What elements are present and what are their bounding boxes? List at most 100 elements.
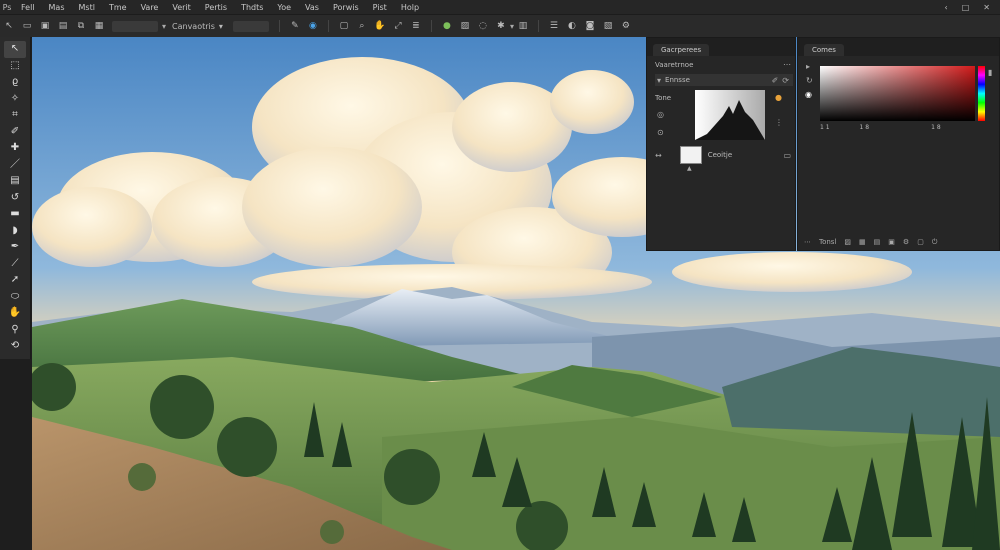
option-field[interactable] [232, 20, 269, 32]
menu-item-5[interactable]: Vare [134, 3, 166, 12]
swap-icon[interactable]: ↻ [806, 76, 813, 85]
color-wheel-icon[interactable]: ◉ [805, 90, 812, 99]
divider [327, 20, 329, 32]
type-tool-icon[interactable]: ⟋ [4, 256, 26, 273]
handle-icon[interactable]: ⋮ [775, 118, 783, 127]
tab-properties[interactable]: Gacrperees [653, 44, 710, 56]
tab-color[interactable]: Comes [804, 44, 844, 56]
star-icon[interactable]: ✱ [492, 21, 510, 31]
open-icon[interactable]: ▤ [54, 21, 72, 31]
mask-icon[interactable]: ◐ [563, 21, 581, 31]
camera-icon[interactable]: ◙ [581, 21, 599, 31]
menu-item-2[interactable]: Mas [42, 3, 72, 12]
history-brush-icon[interactable]: ↺ [4, 190, 26, 207]
eyedropper-tool-icon[interactable]: ✐ [4, 124, 26, 141]
tool-size-field[interactable] [112, 20, 158, 32]
options-icon[interactable]: ▭ [783, 151, 791, 160]
menu-item-12[interactable]: Pist [366, 3, 394, 12]
menu-item-7[interactable]: Pertis [198, 3, 234, 12]
hue-slider[interactable] [978, 66, 985, 121]
color-picker-icon[interactable]: ◉ [304, 21, 322, 31]
delete-icon[interactable]: ▢ [917, 238, 924, 246]
chain-icon[interactable]: ↔ [655, 151, 662, 160]
more-icon[interactable]: ⋯ [804, 238, 811, 246]
layout-icon[interactable]: ▥ [514, 21, 532, 31]
chevron-down-icon[interactable]: ▾ [162, 22, 166, 31]
menu-item-13[interactable]: Holp [394, 3, 426, 12]
pen-tool-icon[interactable]: ✒ [4, 239, 26, 256]
copy-icon[interactable]: ⧉ [72, 21, 90, 31]
layers-icon[interactable]: ▦ [859, 238, 866, 246]
menu-item-4[interactable]: Tme [102, 3, 134, 12]
hand-tool-icon[interactable]: ✋ [4, 305, 26, 322]
canvas-dropdown[interactable]: Canvaotris ▾ [172, 22, 223, 31]
layer-row[interactable]: ▾ Ennsse ✐ ⟳ [655, 74, 793, 86]
align-icon[interactable]: ☰ [545, 21, 563, 31]
stamp-tool-icon[interactable]: ▤ [4, 173, 26, 190]
image-icon[interactable]: ▨ [844, 238, 851, 246]
menu-item-1[interactable]: Fell [14, 3, 42, 12]
mask-thumbnail[interactable] [679, 146, 702, 164]
more-icon[interactable]: ⋯ [783, 60, 791, 69]
hand-icon[interactable]: ✋ [371, 21, 389, 31]
frame-icon[interactable]: ▣ [888, 238, 895, 246]
section-title: Vaaretrnoe [655, 60, 694, 69]
quick-select-tool-icon[interactable]: ✧ [4, 91, 26, 108]
target-icon[interactable]: ◎ [657, 110, 664, 119]
tick-2: 1 8 [859, 124, 870, 131]
close-icon[interactable]: ✕ [983, 3, 990, 12]
menu-item-6[interactable]: Verit [165, 3, 197, 12]
brush-icon[interactable]: ✎ [286, 21, 304, 31]
circle-icon[interactable]: ● [438, 21, 456, 31]
lasso-icon[interactable]: ◌ [474, 21, 492, 31]
maximize-icon[interactable]: □ [962, 3, 970, 12]
image-icon[interactable]: ▧ [599, 21, 617, 31]
lasso-tool-icon[interactable]: ϱ [4, 74, 26, 91]
triangle-icon: ▲ [687, 165, 692, 172]
menu-item-11[interactable]: Porwis [326, 3, 366, 12]
footer-label[interactable]: Tonsl [819, 238, 836, 246]
refresh-icon[interactable]: ⟳ [782, 76, 789, 85]
layer-name: Ennsse [665, 76, 690, 84]
stack-icon[interactable]: ≣ [407, 21, 425, 31]
menu-item-3[interactable]: Mstl [72, 3, 102, 12]
grid-icon[interactable]: ▦ [90, 21, 108, 31]
menu-item-8[interactable]: Thdts [234, 3, 270, 12]
menu-bar: Ps Fell Mas Mstl Tme Vare Verit Pertis T… [0, 0, 1000, 14]
eraser-tool-icon[interactable]: ▬ [4, 206, 26, 223]
expand-icon[interactable]: ▸ [806, 62, 810, 71]
move-tool-icon[interactable]: ↖ [4, 41, 26, 58]
settings-icon[interactable]: ⚙ [617, 21, 635, 31]
transform-icon[interactable]: ⤢ [389, 21, 407, 31]
menu-item-9[interactable]: Yoe [270, 3, 298, 12]
link-icon[interactable]: ⊙ [657, 128, 664, 137]
gradient-tool-icon[interactable]: ◗ [4, 223, 26, 240]
adjust-icon[interactable]: ✐ [772, 76, 779, 85]
save-icon[interactable]: ▣ [36, 21, 54, 31]
crop-tool-icon[interactable]: ⌗ [4, 107, 26, 124]
shape-tool-icon[interactable]: ⬭ [4, 289, 26, 306]
tick-3: 1 8 [931, 124, 941, 131]
chevron-down-icon[interactable]: ▾ [657, 76, 661, 85]
scroll-handle-icon[interactable]: ▮ [988, 68, 992, 77]
image-icon[interactable]: ▨ [456, 21, 474, 31]
rotate-tool-icon[interactable]: ⟲ [4, 338, 26, 355]
mask-row[interactable]: ↔ Ceoitje ▭ [655, 146, 791, 164]
histogram [695, 90, 765, 140]
power-icon[interactable]: ⏻ [932, 238, 938, 247]
color-field[interactable] [820, 66, 975, 121]
menu-item-10[interactable]: Vas [298, 3, 326, 12]
zoom-tool-icon[interactable]: ⚲ [4, 322, 26, 339]
minimize-icon[interactable]: ‹ [945, 3, 948, 12]
grid-icon[interactable]: ▤ [874, 238, 881, 246]
gear-icon[interactable]: ⚙ [903, 238, 909, 246]
zoom-icon[interactable]: ⌕ [353, 21, 371, 31]
new-file-icon[interactable]: ▭ [18, 21, 36, 31]
move-tool-icon[interactable]: ↖ [0, 21, 18, 31]
orange-dot-icon[interactable]: ● [775, 93, 782, 102]
healing-tool-icon[interactable]: ✚ [4, 140, 26, 157]
crop-icon[interactable]: ▢ [335, 21, 353, 31]
path-select-icon[interactable]: ➚ [4, 272, 26, 289]
marquee-tool-icon[interactable]: ⬚ [4, 58, 26, 75]
brush-tool-icon[interactable]: ／ [4, 157, 26, 174]
